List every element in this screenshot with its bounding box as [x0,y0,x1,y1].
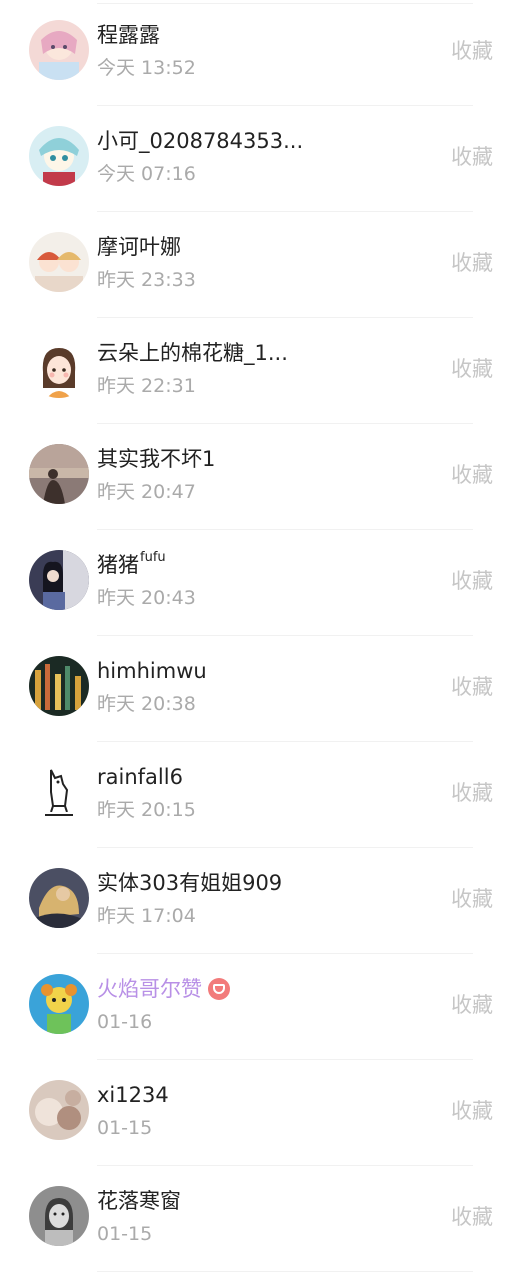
child-photo-icon[interactable] [29,1186,89,1246]
girl-photo-icon[interactable] [29,550,89,610]
dogcat-logo-icon[interactable] [29,762,89,822]
user-name: 小可_0208784353... [97,129,304,153]
favorite-button[interactable]: 收藏 [451,248,493,278]
list-item[interactable]: 小可_0208784353... 今天 07:16 收藏 [0,106,523,212]
cartoon-girl-icon[interactable] [29,338,89,398]
favorite-button[interactable]: 收藏 [451,884,493,914]
list-item[interactable]: 猪猪 fufu 昨天 20:43 收藏 [0,530,523,636]
timestamp: 昨天 23:33 [97,269,196,291]
timestamp: 01-15 [97,1117,153,1139]
favorite-button[interactable]: 收藏 [451,566,493,596]
user-name: 程露露 [97,23,160,47]
favorite-button[interactable]: 收藏 [451,354,493,384]
list-item[interactable]: 花落寒窗 01-15 收藏 [0,1166,523,1272]
cartoon-dog-icon[interactable] [29,974,89,1034]
list-item[interactable]: 实体303有姐姐909 昨天 17:04 收藏 [0,848,523,954]
timestamp: 昨天 17:04 [97,905,196,927]
person-silhouette-icon[interactable] [29,444,89,504]
list-item[interactable]: rainfall6 昨天 20:15 收藏 [0,742,523,848]
timestamp: 昨天 20:15 [97,799,196,821]
city-lights-icon[interactable] [29,656,89,716]
vip-diamond-icon [208,978,230,1000]
timestamp: 昨天 22:31 [97,375,196,397]
user-name: 火焰哥尔赞 [97,974,230,1004]
game-hero-icon[interactable] [29,868,89,928]
user-name: 摩诃叶娜 [97,235,181,259]
favorite-button[interactable]: 收藏 [451,36,493,66]
list-item[interactable]: 其实我不坏1 昨天 20:47 收藏 [0,424,523,530]
user-name: 猪猪 fufu [97,550,166,580]
user-name: himhimwu [97,659,207,683]
list-item[interactable]: xi1234 01-15 收藏 [0,1060,523,1166]
anime-character-icon[interactable] [29,126,89,186]
list-item[interactable]: 程露露 今天 13:52 收藏 [0,0,523,106]
blurred-photo-icon[interactable] [29,1080,89,1140]
list-item[interactable]: 火焰哥尔赞 01-16 收藏 [0,954,523,1060]
favorite-button[interactable]: 收藏 [451,778,493,808]
list-item[interactable]: 云朵上的棉花糖_1... 昨天 22:31 收藏 [0,318,523,424]
timestamp: 昨天 20:43 [97,587,196,609]
list-item[interactable]: himhimwu 昨天 20:38 收藏 [0,636,523,742]
user-name: 花落寒窗 [97,1189,181,1213]
favorite-button[interactable]: 收藏 [451,672,493,702]
timestamp: 昨天 20:38 [97,693,196,715]
user-name-suffix: fufu [140,550,166,565]
user-name: 其实我不坏1 [97,447,216,471]
favorite-button[interactable]: 收藏 [451,1202,493,1232]
user-name: xi1234 [97,1083,169,1107]
favorite-button[interactable]: 收藏 [451,460,493,490]
favorite-button[interactable]: 收藏 [451,990,493,1020]
anime-couple-icon[interactable] [29,232,89,292]
timestamp: 昨天 20:47 [97,481,196,503]
user-name: rainfall6 [97,765,183,789]
timestamp: 01-16 [97,1011,153,1033]
timestamp: 今天 13:52 [97,57,196,79]
timestamp: 01-15 [97,1223,153,1245]
favorites-list: 程露露 今天 13:52 收藏 小可_0208784353... 今天 07:1… [0,0,523,1280]
anime-girl-icon[interactable] [29,20,89,80]
user-name: 云朵上的棉花糖_1... [97,341,288,365]
favorite-button[interactable]: 收藏 [451,1096,493,1126]
user-name: 实体303有姐姐909 [97,871,283,895]
favorite-button[interactable]: 收藏 [451,142,493,172]
timestamp: 今天 07:16 [97,163,196,185]
list-item[interactable]: 摩诃叶娜 昨天 23:33 收藏 [0,212,523,318]
